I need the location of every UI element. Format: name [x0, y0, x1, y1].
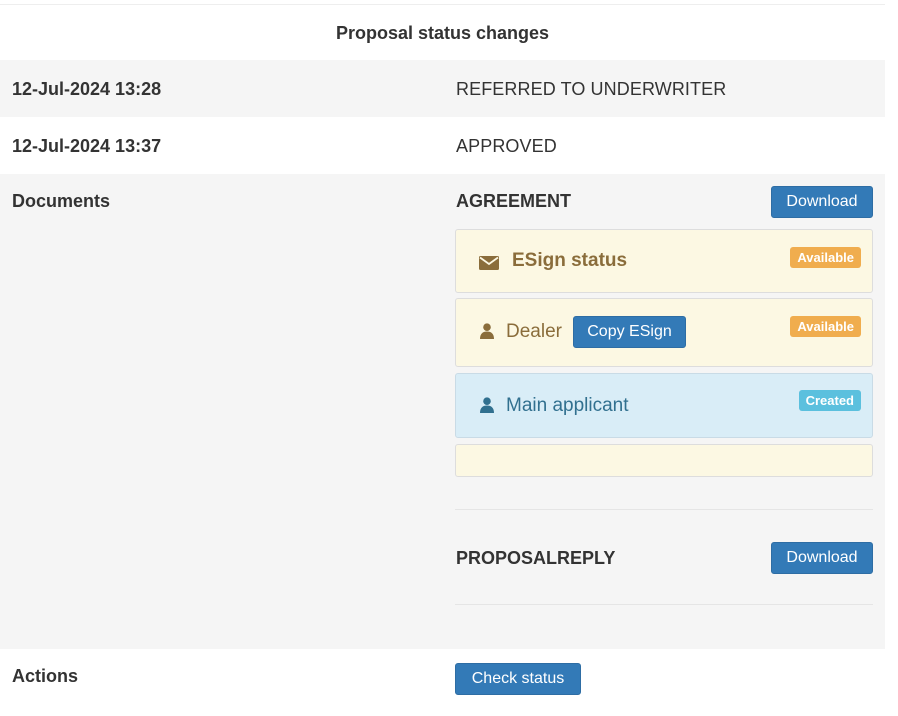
- status-timestamp: 12-Jul-2024 13:37: [12, 136, 162, 156]
- user-icon: [480, 397, 494, 418]
- status-value: APPROVED: [456, 136, 557, 156]
- check-status-button[interactable]: Check status: [455, 663, 581, 695]
- user-icon: [480, 323, 494, 344]
- signer-card-main-applicant: Main applicant Created: [455, 373, 873, 438]
- status-timestamp: 12-Jul-2024 13:28: [12, 79, 162, 99]
- documents-label: Documents: [12, 191, 111, 211]
- signer-role: Main applicant: [506, 395, 629, 416]
- esign-empty-card: [455, 444, 873, 477]
- signer-role: Dealer: [506, 321, 562, 342]
- section-title: Proposal status changes: [335, 23, 550, 43]
- esign-status-title: ESign status: [512, 250, 628, 271]
- signer-card-dealer: Dealer Copy ESign Available: [455, 298, 873, 367]
- actions-label: Actions: [12, 666, 79, 686]
- proposal-panel: Proposal status changes 12-Jul-2024 13:2…: [0, 0, 898, 716]
- document-divider: [455, 509, 873, 510]
- copy-esign-button[interactable]: Copy ESign: [573, 316, 686, 348]
- document-divider: [455, 604, 873, 605]
- envelope-icon: [479, 254, 499, 275]
- download-agreement-button[interactable]: Download: [771, 186, 873, 218]
- status-change-row: 12-Jul-2024 13:28 REFERRED TO UNDERWRITE…: [0, 60, 885, 117]
- status-value: REFERRED TO UNDERWRITER: [456, 79, 727, 99]
- actions-row: Actions Check status: [0, 649, 885, 716]
- document-name: PROPOSALREPLY: [456, 548, 616, 568]
- status-change-row: 12-Jul-2024 13:37 APPROVED: [0, 117, 885, 174]
- signer-status-badge: Available: [790, 316, 861, 337]
- section-header: Proposal status changes: [0, 4, 885, 60]
- esign-status-badge: Available: [790, 247, 861, 268]
- download-proposalreply-button[interactable]: Download: [771, 542, 873, 574]
- esign-status-card: ESign status Available: [455, 229, 873, 293]
- signer-status-badge: Created: [798, 390, 861, 411]
- documents-row: Documents AGREEMENT Download ESign statu…: [0, 174, 885, 649]
- document-name: AGREEMENT: [456, 191, 572, 211]
